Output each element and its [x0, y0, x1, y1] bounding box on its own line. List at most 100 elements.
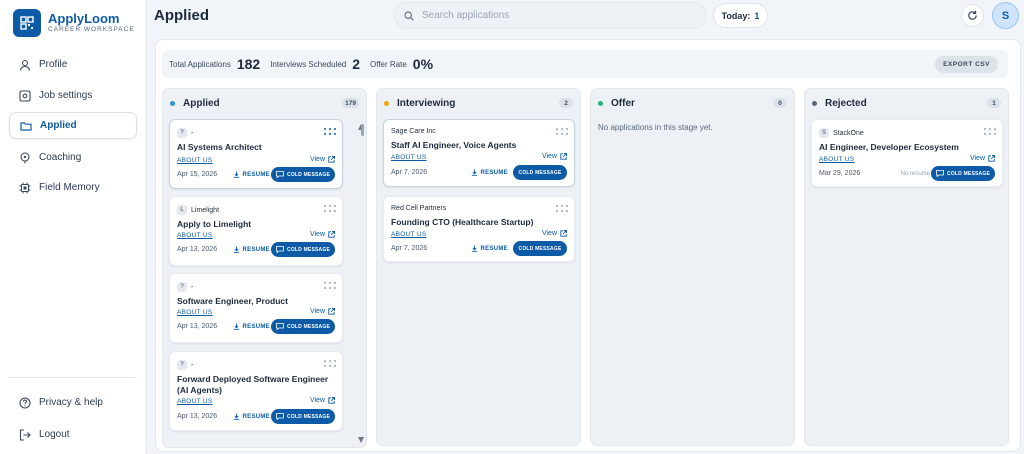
view-link[interactable]: View	[310, 397, 335, 404]
column-header: Interviewing 2	[384, 97, 573, 109]
download-icon	[233, 246, 239, 253]
view-link[interactable]: View	[310, 308, 335, 315]
sidebar-item-applied[interactable]: Applied	[9, 112, 137, 139]
logo-icon	[13, 9, 41, 37]
view-link[interactable]: View	[970, 155, 995, 162]
application-card[interactable]: ? - Software Engineer, Product ABOUT US V…	[169, 273, 343, 343]
cold-message-label: COLD MESSAGE	[947, 170, 990, 177]
sidebar-item-job-settings[interactable]: Job settings	[9, 82, 137, 109]
today-label: Today:	[721, 10, 751, 21]
company: L Limelight	[177, 205, 219, 215]
sidebar-item-logout[interactable]: Logout	[9, 421, 137, 448]
application-card[interactable]: Red Cell Partners Founding CTO (Healthca…	[383, 196, 575, 262]
resume-button[interactable]: RESUME	[471, 169, 508, 176]
application-card[interactable]: ? - AI Systems Architect ABOUT US View Ap…	[169, 119, 343, 189]
search-icon	[404, 10, 414, 21]
view-link[interactable]: View	[542, 230, 567, 237]
applied-date: Apr 13, 2026	[177, 246, 218, 253]
drag-handle-icon[interactable]	[324, 360, 336, 368]
company-badge: L	[177, 205, 187, 215]
cold-message-button[interactable]: COLD MESSAGE	[513, 165, 567, 180]
about-us-link[interactable]: ABOUT US	[819, 156, 855, 163]
view-label: View	[309, 397, 325, 404]
application-card[interactable]: S StackOne AI Engineer, Developer Ecosyst…	[811, 119, 1003, 187]
drag-handle-icon[interactable]	[556, 205, 568, 213]
cold-message-button[interactable]: COLD MESSAGE	[271, 242, 335, 257]
sidebar-item-label: Job settings	[39, 90, 93, 101]
role-title: Founding CTO (Healthcare Startup)	[391, 217, 534, 227]
company-name: -	[191, 129, 194, 137]
sidebar-item-profile[interactable]: Profile	[9, 51, 137, 78]
column-applied: Applied 179 ? - AI Systems Architect ABOU…	[162, 88, 367, 448]
company-badge: ?	[177, 282, 187, 292]
cold-message-button[interactable]: COLD MESSAGE	[271, 167, 335, 182]
application-card[interactable]: L Limelight Apply to Limelight ABOUT US V…	[169, 196, 343, 266]
scrollbar-thumb[interactable]	[361, 124, 364, 136]
about-us-link[interactable]: ABOUT US	[177, 157, 213, 164]
role-title: Software Engineer, Product	[177, 296, 288, 306]
company-badge: ?	[177, 128, 187, 138]
column-offer: Offer 0 No applications in this stage ye…	[590, 88, 795, 446]
resume-button[interactable]: RESUME	[233, 171, 270, 178]
drag-handle-icon[interactable]	[984, 128, 996, 136]
resume-label: RESUME	[480, 169, 508, 176]
applied-date: Apr 13, 2026	[177, 323, 218, 330]
app-logo[interactable]: ApplyLoom CAREER WORKSPACE	[13, 9, 135, 37]
drag-handle-icon[interactable]	[556, 128, 568, 136]
about-us-link[interactable]: ABOUT US	[177, 232, 213, 239]
download-icon	[233, 171, 239, 178]
sidebar-item-field-memory[interactable]: Field Memory	[9, 174, 137, 201]
total-applications-label: Total Applications	[169, 59, 231, 69]
export-csv-button[interactable]: EXPORT CSV	[935, 56, 998, 73]
cold-message-button[interactable]: COLD MESSAGE	[931, 166, 995, 181]
refresh-button[interactable]	[961, 4, 984, 27]
external-link-icon	[328, 397, 335, 404]
about-us-link[interactable]: ABOUT US	[391, 231, 427, 238]
view-link[interactable]: View	[310, 156, 335, 163]
resume-button[interactable]: RESUME	[233, 413, 270, 420]
sidebar-divider	[9, 377, 137, 378]
resume-button[interactable]: RESUME	[233, 246, 270, 253]
drag-handle-icon[interactable]	[324, 282, 336, 290]
cold-message-button[interactable]: COLD MESSAGE	[513, 241, 567, 256]
view-link[interactable]: View	[542, 153, 567, 160]
sidebar-item-coaching[interactable]: Coaching	[9, 144, 137, 171]
drag-handle-icon[interactable]	[324, 205, 336, 213]
page-title: Applied	[154, 7, 209, 24]
today-counter[interactable]: Today: 1	[713, 3, 768, 28]
scroll-down-icon[interactable]	[358, 437, 364, 443]
application-card[interactable]: ? - Forward Deployed Software Engineer (A…	[169, 351, 343, 431]
role-title: Staff AI Engineer, Voice Agents	[391, 140, 517, 150]
sidebar-item-label: Privacy & help	[39, 397, 103, 408]
company-badge: ?	[177, 360, 187, 370]
drag-handle-icon[interactable]	[324, 128, 336, 136]
view-link[interactable]: View	[310, 231, 335, 238]
sidebar-item-privacy-help[interactable]: Privacy & help	[9, 389, 137, 416]
search-input[interactable]	[422, 10, 692, 21]
company-name: Red Cell Partners	[391, 205, 447, 212]
message-icon	[936, 170, 944, 177]
resume-button[interactable]: RESUME	[233, 323, 270, 330]
about-us-link[interactable]: ABOUT US	[177, 398, 213, 405]
cold-message-button[interactable]: COLD MESSAGE	[271, 319, 335, 334]
search-bar[interactable]	[394, 2, 707, 29]
applied-date: Apr 7, 2026	[391, 169, 428, 176]
application-card[interactable]: Sage Care Inc Staff AI Engineer, Voice A…	[383, 119, 575, 187]
company-name: Limelight	[191, 206, 220, 214]
avatar[interactable]: S	[992, 2, 1019, 29]
cold-message-button[interactable]: COLD MESSAGE	[271, 409, 335, 424]
sidebar: ApplyLoom CAREER WORKSPACE Profile Job s…	[0, 0, 147, 454]
message-icon	[276, 171, 284, 178]
resume-button[interactable]: RESUME	[471, 245, 508, 252]
column-count: 0	[773, 98, 787, 108]
interviewing-dot-icon	[384, 100, 389, 106]
resume-label: RESUME	[480, 245, 508, 252]
about-us-link[interactable]: ABOUT US	[177, 309, 213, 316]
today-count: 1	[754, 10, 760, 21]
coaching-icon	[20, 151, 30, 163]
about-us-link[interactable]: ABOUT US	[391, 154, 427, 161]
offer-dot-icon	[598, 100, 603, 106]
download-icon	[471, 245, 477, 252]
external-link-icon	[560, 153, 567, 160]
top-bar: Applied Today: 1 S	[147, 0, 1024, 32]
